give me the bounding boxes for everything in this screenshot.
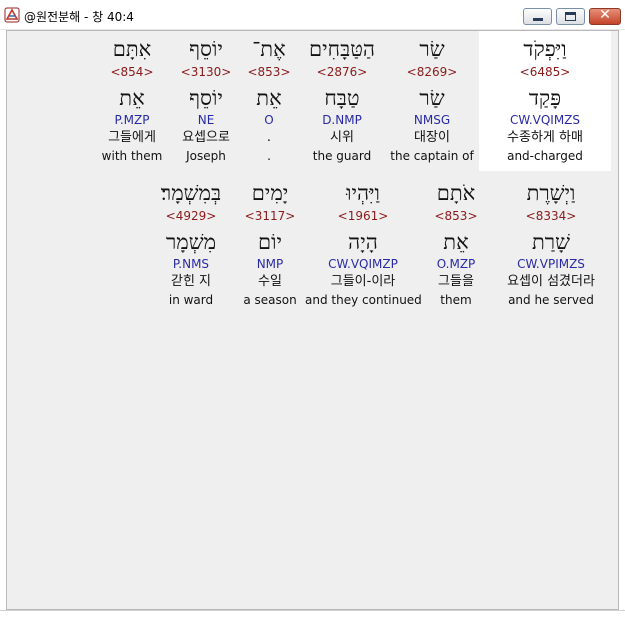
strong-number: <854> [110,65,154,79]
english-gloss: and he served [508,293,594,307]
verse-row-2: וַיְשָׁרֶת <8334> שָׁרַת CW.VPIMZS 요셉이 섬겼더라 a… [7,175,618,315]
strong-number: <1961> [337,209,389,223]
word-cell[interactable]: יָמִים <3117> יוֹם NMP 수일 a season [239,175,301,315]
morphology-code: CW.VPIMZS [517,257,585,271]
english-gloss: with them [101,149,163,163]
korean-gloss: 수종하게 하매 [507,130,583,145]
english-gloss: . [267,149,271,163]
morphology-code: NE [197,113,215,127]
english-gloss: the guard [312,149,372,163]
korean-gloss: 요셉으로 [182,130,230,145]
hebrew-word: הַטַּבָּחִים [309,37,375,61]
maximize-icon [565,12,576,21]
english-gloss: them [440,293,472,307]
korean-gloss: 대장이 [414,130,450,145]
korean-gloss: 갇힌 지 [170,274,211,289]
verse-row-1: וַיִּפְקֹד <6485> פָּקַד CW.VQIMZS 수종하게 하매 an… [7,31,618,171]
hebrew-word: וַיִּפְקֹד [523,37,567,61]
hebrew-word: וַיִּהְיוּ [346,181,380,205]
lemma-word: יוֹם [258,230,282,254]
hebrew-word: אֶת־ [252,37,286,61]
korean-gloss: 시위 [330,130,354,145]
word-cell[interactable]: אִתָּם <854> אֵת P.MZP 그들에게 with them [95,31,169,171]
lemma-word: יוֹסֵף [189,86,223,110]
word-cell[interactable]: בְּמִשְׁמָר׃ <4929> מִשְׁמָר P.NMS 갇힌 지 in wa… [147,175,235,315]
maximize-button[interactable] [556,8,585,25]
korean-gloss: . [266,130,272,145]
strong-number: <8334> [525,209,577,223]
close-button[interactable]: ✕ [589,7,621,25]
korean-gloss: 수일 [258,274,282,289]
strong-number: <8269> [406,65,458,79]
word-cell[interactable]: יוֹסֵף <3130> יוֹסֵף NE 요셉으로 Joseph [173,31,239,171]
lemma-word: שַׂר [419,86,445,110]
lemma-word: שָׁרַת [532,230,570,254]
minimize-button[interactable] [523,8,552,25]
close-icon: ✕ [599,7,611,23]
lemma-word: הָיָה [348,230,378,254]
morphology-code: NMP [256,257,284,271]
strong-number: <853> [434,209,478,223]
lemma-word: אֵת [443,230,469,254]
word-cell[interactable]: אֹתָם <853> אֵת O.MZP 그들을 them [425,175,487,315]
strong-number: <4929> [165,209,217,223]
strong-number: <853> [247,65,291,79]
morphology-code: P.NMS [172,257,210,271]
lemma-word: מִשְׁמָר [165,230,217,254]
lemma-word: אֵת [256,86,282,110]
english-gloss: and they continued [305,293,422,307]
hebrew-word: וַיְשָׁרֶת [526,181,576,205]
morphology-code: D.NMP [322,113,362,127]
morphology-code: NMSG [413,113,451,127]
morphology-code: CW.VQIMZS [509,113,581,127]
morphology-code: O.MZP [436,257,476,271]
word-cell[interactable]: אֶת־ <853> אֵת O.. [243,31,295,171]
hebrew-word: אֹתָם [436,181,476,205]
window-title: @원전분해 - 창 40:4 [24,10,134,24]
hebrew-word: שַׂר [419,37,445,61]
strong-number: <3117> [244,209,296,223]
word-cell[interactable]: וַיְשָׁרֶת <8334> שָׁרַת CW.VPIMZS 요셉이 섬겼더라 a… [491,175,611,315]
english-gloss: the captain of [390,149,474,163]
word-cell[interactable]: שַׂר <8269> שַׂר NMSG 대장이 the captain of [389,31,475,171]
window-bottom-border [0,610,625,618]
word-cell[interactable]: הַטַּבָּחִים <2876> טַבָּח D.NMP 시위 the guard [299,31,385,171]
lemma-word: פָּקַד [528,86,562,110]
morphology-code: CW.VQIMZP [328,257,398,271]
interlinear-panel[interactable]: וַיִּפְקֹד <6485> פָּקַד CW.VQIMZS 수종하게 하매 an… [6,30,619,610]
hebrew-word: יָמִים [251,181,289,205]
morphology-code: P.MZP [114,113,150,127]
hebrew-word: אִתָּם [112,37,152,61]
english-gloss: and-charged [507,149,583,163]
english-gloss: in ward [168,293,214,307]
strong-number: <2876> [316,65,368,79]
korean-gloss: 요셉이 섬겼더라 [507,274,595,289]
english-gloss: Joseph [186,149,226,163]
morphology-code: O [264,113,274,127]
korean-gloss: 그들을 [438,274,474,289]
lemma-word: אֵת [119,86,145,110]
minimize-icon [533,18,543,21]
word-cell[interactable]: וַיִּהְיוּ <1961> הָיָה CW.VQIMZP 그들이-이라 and … [305,175,422,315]
word-cell[interactable]: וַיִּפְקֹד <6485> פָּקַד CW.VQIMZS 수종하게 하매 an… [479,31,611,171]
korean-gloss: 그들이-이라 [330,274,396,289]
hebrew-word: בְּמִשְׁמָר׃ [160,181,222,205]
app-icon [4,7,20,23]
strong-number: <3130> [180,65,232,79]
english-gloss: a season [243,293,297,307]
strong-number: <6485> [519,65,571,79]
lemma-word: טַבָּח [324,86,360,110]
korean-gloss: 그들에게 [108,130,156,145]
hebrew-word: יוֹסֵף [189,37,223,61]
title-bar[interactable]: @원전분해 - 창 40:4 ✕ [0,0,625,30]
